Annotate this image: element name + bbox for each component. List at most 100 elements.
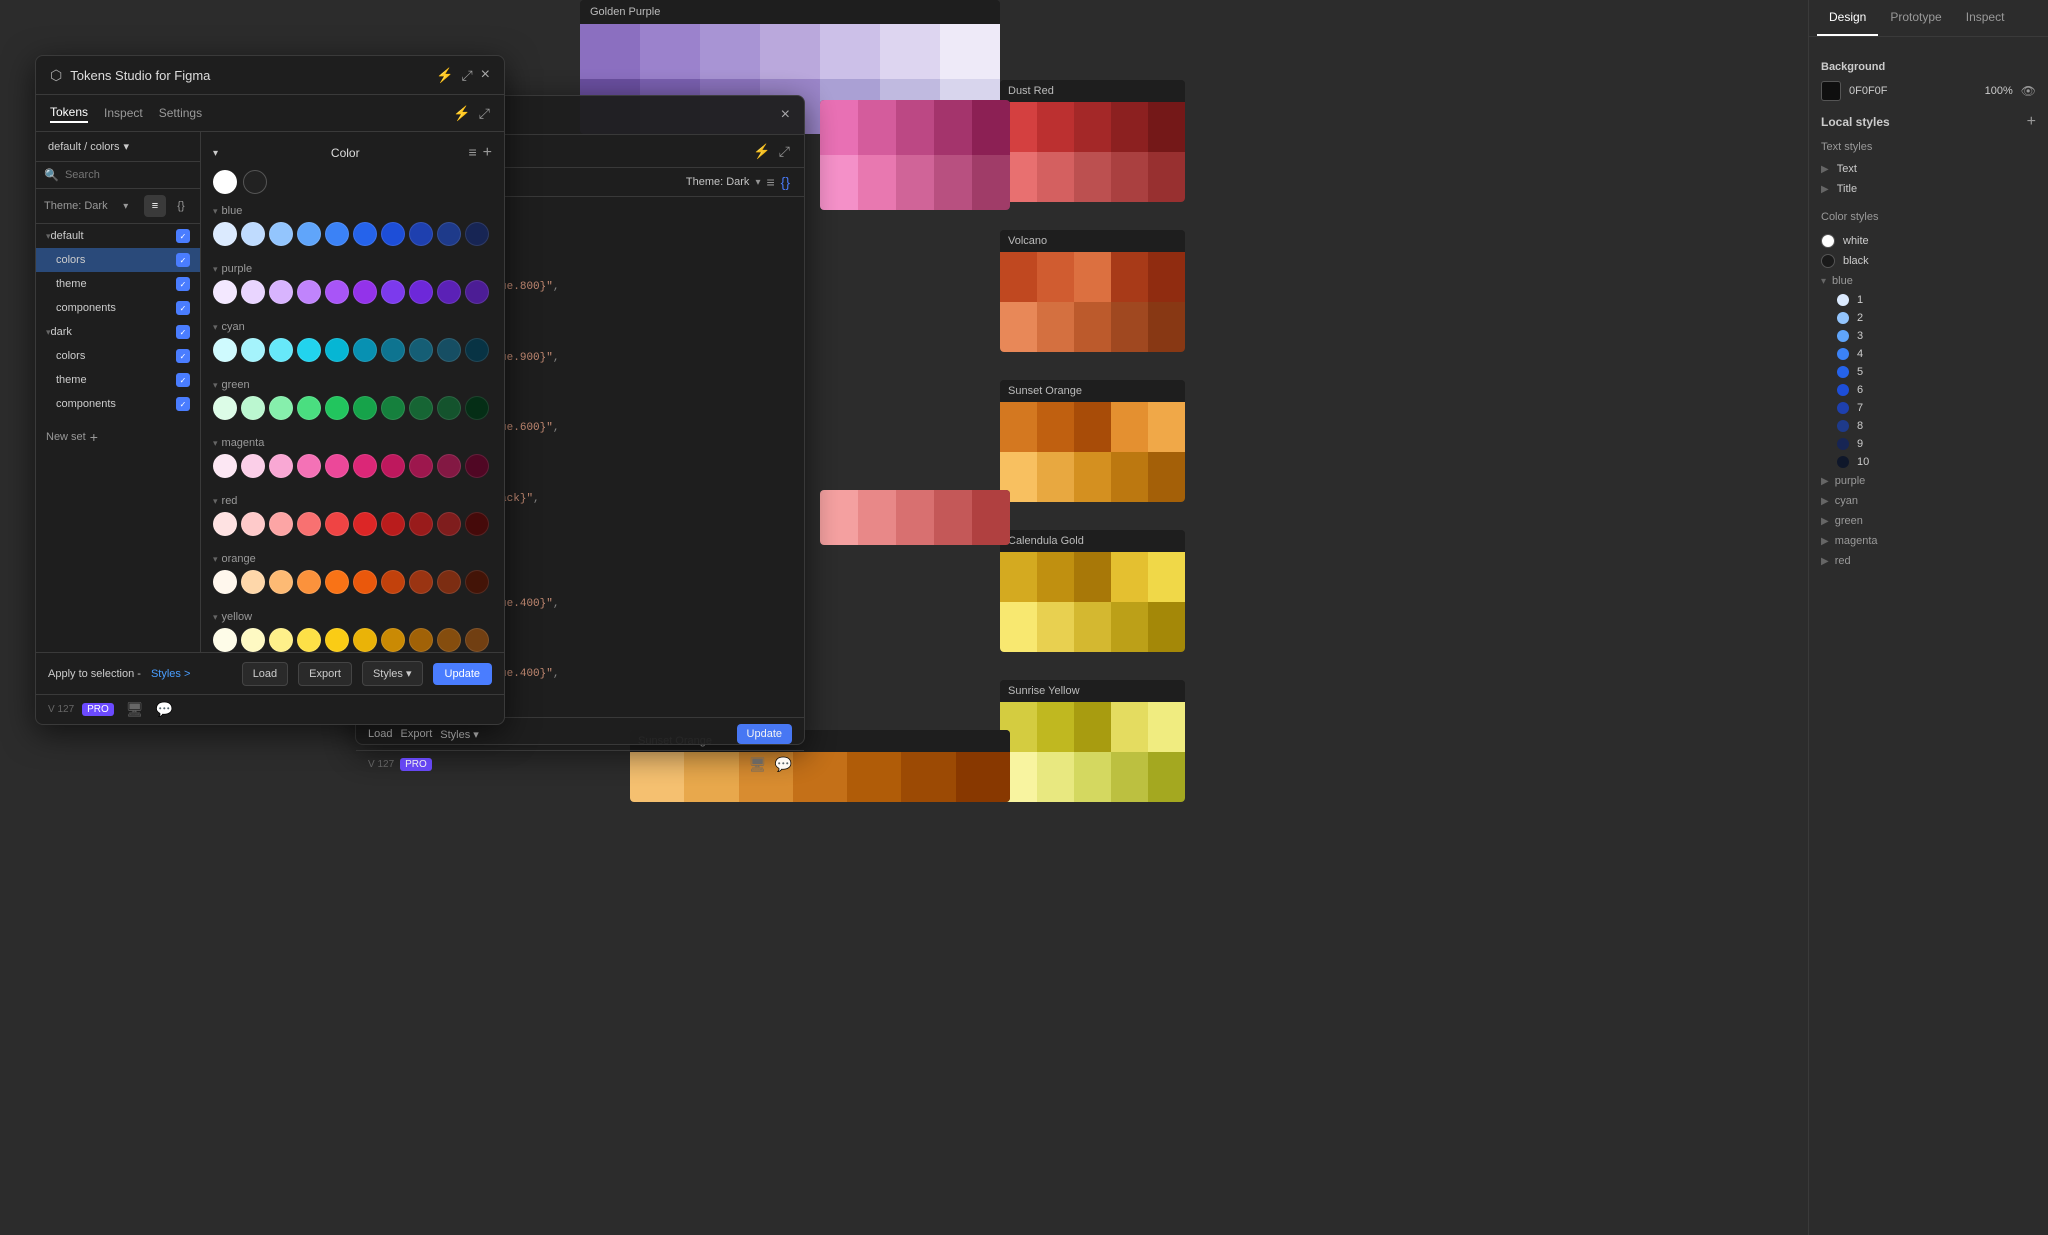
sidebar-dark-theme-checkbox[interactable] [176,373,190,387]
magenta-swatch-10[interactable] [465,454,489,478]
purple-swatch-10[interactable] [465,280,489,304]
blue-swatch-9[interactable] [437,222,461,246]
bg-load-btn[interactable]: Load [368,728,392,740]
green-swatch-7[interactable] [381,396,405,420]
blue-swatch-5[interactable] [325,222,349,246]
bg-comment-icon[interactable]: 💬 [775,756,792,773]
yellow-swatch-6[interactable] [353,628,377,652]
red-swatch-7[interactable] [381,512,405,536]
green-swatch-3[interactable] [269,396,293,420]
green-swatch-5[interactable] [325,396,349,420]
green-swatch-6[interactable] [353,396,377,420]
sidebar-item-theme[interactable]: theme [36,272,200,296]
blue-swatch-8[interactable] [409,222,433,246]
right-green-group[interactable]: ▶ green [1821,511,2036,531]
yellow-group-header[interactable]: ▾ yellow [209,608,496,626]
sidebar-item-dark[interactable]: ▾ dark [36,320,200,344]
cyan-swatch-10[interactable] [465,338,489,362]
magenta-swatch-9[interactable] [437,454,461,478]
bg-panel-expand-icon[interactable]: ⤢ [779,143,790,160]
red-swatch-9[interactable] [437,512,461,536]
set-selector[interactable]: default / colors ▾ [36,132,200,162]
magenta-swatch-2[interactable] [241,454,265,478]
expand-icon[interactable]: ⤢ [461,67,472,84]
blue-9-item[interactable]: 9 [1837,435,2036,453]
bg-update-button[interactable]: Update [737,724,792,744]
yellow-swatch-1[interactable] [213,628,237,652]
green-group-header[interactable]: ▾ green [209,376,496,394]
green-swatch-4[interactable] [297,396,321,420]
local-styles-add-icon[interactable]: + [2027,113,2036,131]
magenta-swatch-7[interactable] [381,454,405,478]
green-swatch-1[interactable] [213,396,237,420]
tab-tokens[interactable]: Tokens [50,103,88,123]
sidebar-dark-checkbox[interactable] [176,325,190,339]
blue-swatch-4[interactable] [297,222,321,246]
purple-swatch-2[interactable] [241,280,265,304]
orange-swatch-6[interactable] [353,570,377,594]
sidebar-item-colors[interactable]: colors [36,248,200,272]
magenta-swatch-6[interactable] [353,454,377,478]
yellow-swatch-9[interactable] [437,628,461,652]
bg-theme-dropdown-icon[interactable]: ▾ [755,177,760,188]
red-swatch-6[interactable] [353,512,377,536]
red-swatch-3[interactable] [269,512,293,536]
green-swatch-10[interactable] [465,396,489,420]
purple-swatch-8[interactable] [409,280,433,304]
cyan-swatch-8[interactable] [409,338,433,362]
white-swatch[interactable] [213,170,237,194]
purple-swatch-3[interactable] [269,280,293,304]
bg-monitor-icon[interactable]: 🖥 [749,756,767,773]
blue-3-item[interactable]: 3 [1837,327,2036,345]
purple-swatch-1[interactable] [213,280,237,304]
tab-settings[interactable]: Settings [159,104,202,122]
sidebar-item-components[interactable]: components [36,296,200,320]
blue-6-item[interactable]: 6 [1837,381,2036,399]
list-view-btn[interactable]: ≡ [144,195,166,217]
blue-5-item[interactable]: 5 [1837,363,2036,381]
search-input[interactable] [65,169,201,181]
cyan-swatch-7[interactable] [381,338,405,362]
blue-1-item[interactable]: 1 [1837,291,2036,309]
orange-swatch-8[interactable] [409,570,433,594]
color-style-black[interactable]: black [1821,251,2036,271]
cyan-swatch-4[interactable] [297,338,321,362]
purple-swatch-7[interactable] [381,280,405,304]
sidebar-item-default[interactable]: ▾ default [36,224,200,248]
red-group-header[interactable]: ▾ red [209,492,496,510]
yellow-swatch-3[interactable] [269,628,293,652]
blue-10-item[interactable]: 10 [1837,453,2036,471]
magenta-swatch-8[interactable] [409,454,433,478]
orange-swatch-1[interactable] [213,570,237,594]
red-swatch-10[interactable] [465,512,489,536]
inspect-tab[interactable]: Inspect [1954,0,2017,36]
orange-swatch-5[interactable] [325,570,349,594]
blue-swatch-7[interactable] [381,222,405,246]
monitor-icon[interactable]: 🖥 [126,701,144,718]
bg-styles-btn[interactable]: Styles ▾ [440,728,479,741]
yellow-swatch-5[interactable] [325,628,349,652]
yellow-swatch-4[interactable] [297,628,321,652]
apply-to-selection-button[interactable]: Apply to selection - [48,668,141,680]
right-red-group[interactable]: ▶ red [1821,551,2036,571]
export-button[interactable]: Export [298,662,352,686]
blue-swatch-3[interactable] [269,222,293,246]
yellow-swatch-7[interactable] [381,628,405,652]
new-set-row[interactable]: New set + [36,424,200,450]
styles-link-button[interactable]: Styles > [151,668,190,680]
cyan-swatch-5[interactable] [325,338,349,362]
text-style-title[interactable]: ▶ Title [1821,179,2036,199]
sidebar-default-checkbox[interactable] [176,229,190,243]
magenta-swatch-1[interactable] [213,454,237,478]
bg-list-icon[interactable]: ≡ [766,174,774,190]
purple-swatch-9[interactable] [437,280,461,304]
cyan-swatch-3[interactable] [269,338,293,362]
blue-7-item[interactable]: 7 [1837,399,2036,417]
blue-8-item[interactable]: 8 [1837,417,2036,435]
code-view-btn[interactable]: {} [170,195,192,217]
cyan-swatch-2[interactable] [241,338,265,362]
purple-swatch-6[interactable] [353,280,377,304]
visibility-icon[interactable]: 👁 [2021,84,2036,98]
sidebar-components-checkbox[interactable] [176,301,190,315]
yellow-swatch-10[interactable] [465,628,489,652]
